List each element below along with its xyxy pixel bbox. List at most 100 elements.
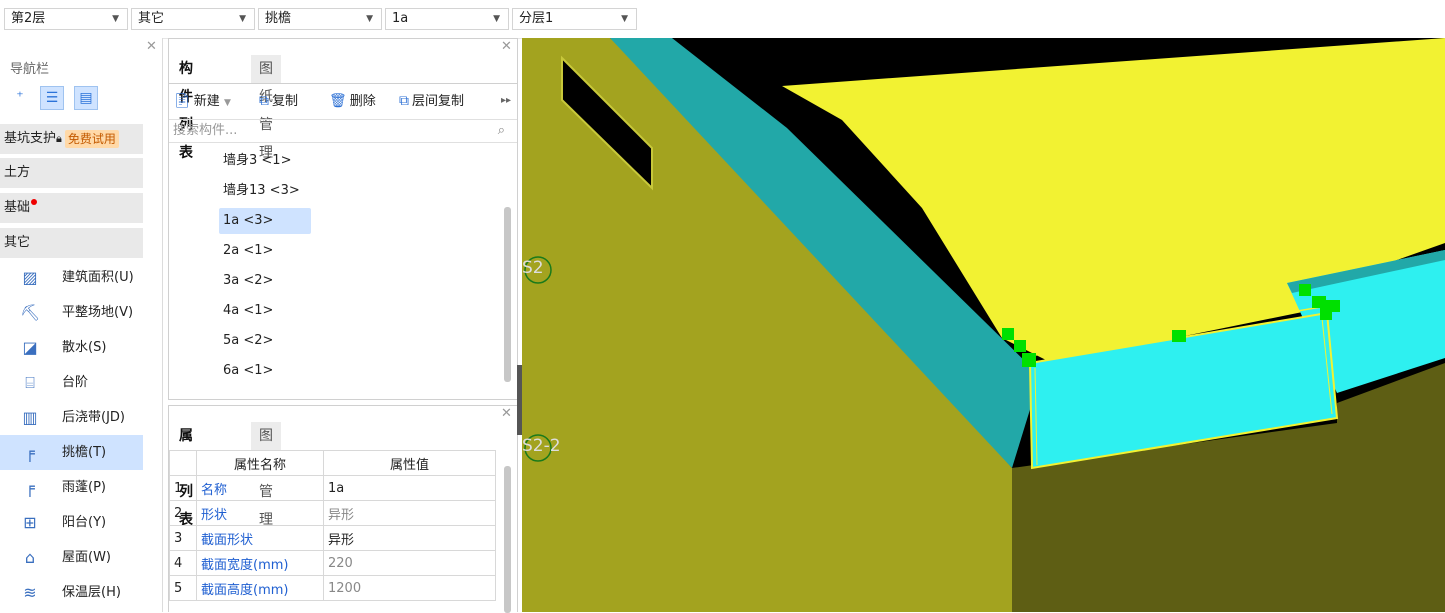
new-button[interactable]: 📄︎ 新建 ▼ — [173, 91, 231, 113]
nav-item-label: 雨蓬(P) — [62, 480, 106, 495]
free-trial-badge[interactable]: 免费试用 — [64, 129, 119, 148]
layer-select[interactable]: 分层1 ▼ — [512, 8, 637, 30]
component-select[interactable]: 1a ▼ — [385, 8, 509, 30]
chevron-down-icon: ▼ — [223, 98, 231, 108]
nav-item-canopy[interactable]: ╒ 雨蓬(P) — [0, 470, 143, 505]
chevron-down-icon: ▼ — [366, 14, 373, 24]
new-button-label: 新建 — [193, 94, 220, 109]
table-row[interactable]: 1 名称 1a — [169, 475, 496, 501]
list-item[interactable]: 墙身3 <1> — [219, 148, 297, 174]
list-item-selected[interactable]: 1a <3> — [219, 208, 311, 234]
nav-section-foundation[interactable]: 基础 — [0, 193, 143, 223]
navigation-panel: ✕ 导航栏 ⁺ ☰ ▤ 基坑支护🔒︎ 免费试用 土方 基础 其它 ▨ 建筑面积(U… — [0, 38, 163, 612]
search-input[interactable]: 搜索构件... ⌕ — [169, 119, 517, 143]
nav-item-label: 阳台(Y) — [62, 515, 107, 530]
grip-handle[interactable] — [1022, 353, 1036, 367]
property-value[interactable]: 异形 — [323, 500, 496, 526]
3d-viewport[interactable]: S2 S2-2 — [522, 38, 1445, 612]
property-value[interactable]: 1200 — [323, 575, 496, 601]
row-number: 2 — [169, 500, 197, 526]
detail-view-icon[interactable]: ▤ — [74, 86, 98, 110]
component-type-select[interactable]: 挑檐 ▼ — [258, 8, 382, 30]
list-scrollbar[interactable] — [504, 207, 511, 382]
nav-item-site-leveling[interactable]: ⛏ 平整场地(V) — [0, 295, 143, 330]
tab-drawing-management[interactable]: 图纸管理 — [251, 55, 281, 161]
list-item[interactable]: 墙身13 <3> — [219, 178, 306, 204]
list-view-icon[interactable]: ☰ — [40, 86, 64, 110]
list-item[interactable]: 2a <1> — [219, 238, 279, 264]
nav-item-apron[interactable]: ◪ 散水(S) — [0, 330, 143, 365]
nav-item-label: 后浇带(JD) — [62, 410, 125, 425]
chevron-down-icon: ▼ — [493, 14, 500, 24]
more-icon[interactable]: ▸▸ — [501, 91, 511, 111]
floor-copy-button[interactable]: ⧉ 层间复制 — [399, 91, 464, 112]
category-select-value: 其它 — [138, 11, 165, 26]
nav-item-label: 平整场地(V) — [62, 305, 134, 320]
nav-item-label: 散水(S) — [62, 340, 107, 355]
list-item[interactable]: 3a <2> — [219, 268, 279, 294]
roof-icon: ⌂ — [24, 548, 36, 567]
nav-section-pit[interactable]: 基坑支护🔒︎ 免费试用 — [0, 124, 143, 154]
tab-property-list[interactable]: 属性列表 — [171, 422, 201, 528]
apron-icon: ◪ — [22, 338, 38, 357]
search-placeholder: 搜索构件... — [173, 123, 238, 138]
grip-handle[interactable] — [1299, 284, 1311, 296]
grip-handle[interactable] — [1312, 296, 1326, 308]
delete-icon: 🗑︎ — [329, 93, 347, 109]
list-item[interactable]: 5a <2> — [219, 328, 279, 354]
nav-item-label: 屋面(W) — [62, 550, 111, 565]
property-value[interactable]: 220 — [323, 550, 496, 576]
nav-item-label: 台阶 — [62, 375, 89, 390]
tab-layer-management[interactable]: 图层管理 — [251, 422, 281, 528]
nav-section-earthwork-label: 土方 — [4, 165, 31, 180]
grip-handle[interactable] — [1002, 328, 1014, 340]
grip-handle[interactable] — [1172, 330, 1186, 342]
close-icon[interactable]: ✕ — [146, 39, 157, 54]
nav-item-eave[interactable]: ╒ 挑檐(T) — [0, 435, 143, 470]
nav-item-insulation[interactable]: ≋ 保温层(H) — [0, 575, 143, 610]
post-cast-strip-icon: ▥ — [22, 408, 38, 427]
copy-button[interactable]: ⧉ 复制 — [259, 91, 298, 112]
nav-item-label: 建筑面积(U) — [62, 270, 134, 285]
notification-dot — [31, 199, 38, 205]
nav-item-roof[interactable]: ⌂ 屋面(W) — [0, 540, 143, 575]
property-scrollbar[interactable] — [504, 466, 511, 613]
balcony-icon: ⊞ — [23, 513, 37, 532]
close-icon[interactable]: ✕ — [501, 406, 512, 421]
grip-handle[interactable] — [1320, 308, 1332, 320]
list-item[interactable]: 6a <1> — [219, 358, 279, 384]
insulation-icon: ≋ — [23, 583, 37, 602]
delete-button[interactable]: 🗑︎ 删除 — [329, 91, 376, 112]
tab-component-list[interactable]: 构件列表 — [171, 55, 201, 161]
property-value[interactable]: 异形 — [323, 525, 496, 551]
category-select[interactable]: 其它 ▼ — [131, 8, 255, 30]
new-icon: 📄︎ — [173, 93, 191, 109]
add-icon[interactable]: ⁺ — [8, 86, 32, 110]
nav-item-building-area[interactable]: ▨ 建筑面积(U) — [0, 260, 143, 295]
table-row[interactable]: 2 形状 异形 — [169, 500, 496, 526]
table-row[interactable]: 5 截面高度(mm) 1200 — [169, 575, 496, 601]
property-value[interactable]: 1a — [323, 475, 496, 501]
grip-handle[interactable] — [1014, 340, 1026, 352]
search-icon[interactable]: ⌕ — [498, 120, 505, 142]
property-panel: ✕ 属性列表 图层管理 属性名称 属性值 1 名称 1a 2 形状 异形 3 截… — [168, 405, 518, 613]
row-number: 5 — [169, 575, 197, 601]
list-item[interactable]: 4a <1> — [219, 298, 279, 324]
property-name: 截面宽度(mm) — [196, 550, 324, 576]
table-row[interactable]: 3 截面形状 异形 — [169, 525, 496, 551]
floor-select[interactable]: 第2层 ▼ — [4, 8, 128, 30]
nav-item-post-cast-strip[interactable]: ▥ 后浇带(JD) — [0, 400, 143, 435]
nav-section-other[interactable]: 其它 — [0, 228, 143, 258]
nav-item-balcony[interactable]: ⊞ 阳台(Y) — [0, 505, 143, 540]
tab-divider — [169, 83, 517, 84]
nav-section-foundation-label: 基础 — [4, 200, 31, 215]
close-icon[interactable]: ✕ — [501, 39, 512, 54]
nav-section-other-label: 其它 — [4, 235, 31, 250]
nav-item-label: 挑檐(T) — [62, 445, 107, 460]
nav-section-earthwork[interactable]: 土方 — [0, 158, 143, 188]
nav-item-steps[interactable]: ⌸ 台阶 — [0, 365, 143, 400]
floor-copy-icon: ⧉ — [399, 93, 409, 109]
3d-scene[interactable] — [522, 38, 1445, 612]
table-row[interactable]: 4 截面宽度(mm) 220 — [169, 550, 496, 576]
nav-section-pit-label: 基坑支护 — [4, 131, 57, 146]
